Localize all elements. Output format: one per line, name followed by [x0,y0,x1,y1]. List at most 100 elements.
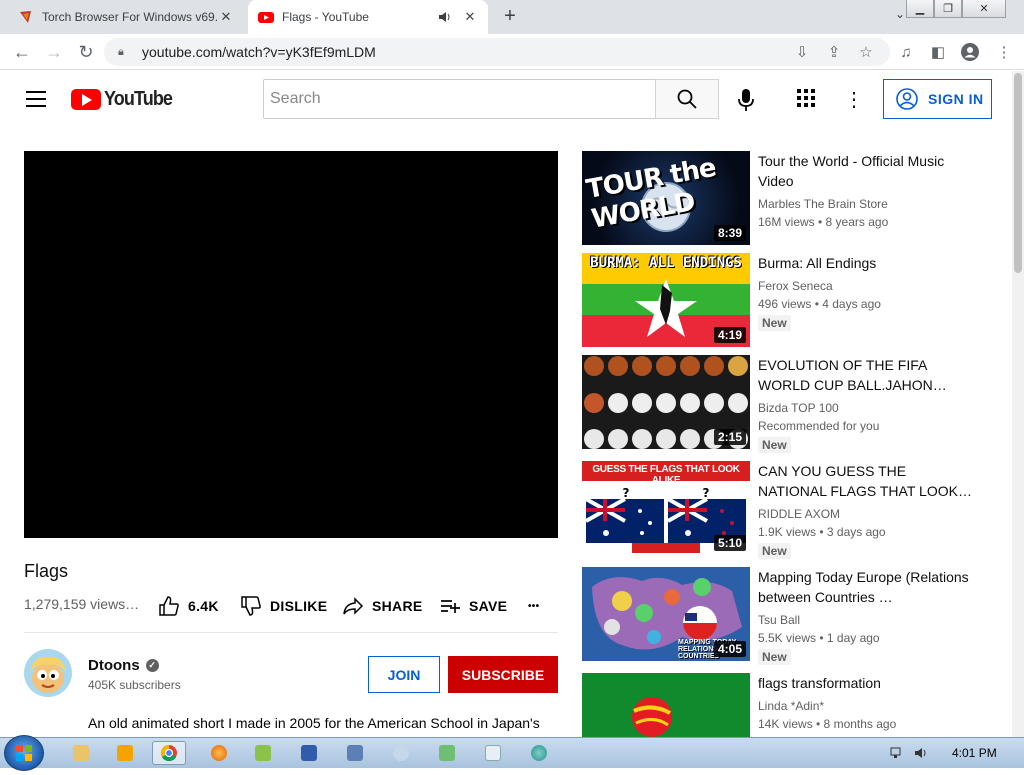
browser-menu-icon[interactable]: ⋮ [994,42,1014,62]
share-button[interactable]: SHARE [342,594,423,618]
like-button[interactable]: 6.4K [158,594,219,618]
page-scrollbar[interactable] [1012,71,1024,737]
thumbs-up-icon [159,596,179,616]
close-window-button[interactable]: ✕ [962,0,1006,18]
search-button[interactable] [655,79,719,119]
recommendation-item[interactable]: GUESS THE FLAGS THAT LOOK ALIKE ? ? 5:10… [582,461,992,559]
more-actions-button[interactable]: ••• [528,594,539,618]
volume-tray-icon[interactable] [914,746,928,760]
search-input[interactable]: Search [263,79,656,119]
windows-logo-icon [16,745,32,761]
video-thumbnail[interactable] [582,673,750,737]
recommendation-channel[interactable]: Marbles The Brain Store [758,195,888,213]
recommendation-channel[interactable]: Bizda TOP 100 [758,399,839,417]
recommendation-title[interactable]: Tour the World - Official Music Video [758,151,978,191]
thumbs-down-icon [241,596,261,616]
recommendation-channel[interactable]: Tsu Ball [758,611,800,629]
recommendation-title[interactable]: EVOLUTION OF THE FIFA WORLD CUP BALL.JAH… [758,355,978,395]
youtube-logo[interactable]: YouTube [71,88,180,111]
media-control-icon[interactable]: ♫ [896,42,916,62]
forward-arrow-icon[interactable]: → [40,34,68,70]
dislike-button[interactable]: DISLIKE [240,594,327,618]
join-button[interactable]: JOIN [368,656,440,693]
new-tab-button[interactable]: + [498,5,522,29]
svg-text:?: ? [623,486,630,500]
tab-title: Flags - YouTube [282,10,369,24]
close-tab-icon[interactable]: ✕ [462,9,478,25]
taskbar-clock[interactable]: 4:01 PM [952,746,997,760]
like-count: 6.4K [188,598,219,614]
notepad-icon[interactable] [246,741,280,765]
subscriber-count: 405K subscribers [88,678,181,692]
save-button[interactable]: SAVE [439,594,507,618]
video-duration: 2:15 [713,429,746,445]
globe-icon[interactable] [522,741,556,765]
powershell-icon[interactable] [292,741,326,765]
bookmark-star-icon[interactable]: ☆ [856,42,876,62]
network-tray-icon[interactable] [890,746,904,760]
document-icon[interactable] [476,741,510,765]
video-duration: 4:05 [713,641,746,657]
address-bar[interactable]: 🔒︎ youtube.com/watch?v=yK3fEf9mLDM [104,38,890,66]
video-player[interactable] [24,151,558,538]
channel-avatar[interactable] [24,649,72,697]
torch-favicon-icon [20,11,31,23]
sign-in-label: SIGN IN [928,91,984,107]
apps-grid-icon[interactable] [796,88,818,110]
video-thumbnail[interactable]: GUESS THE FLAGS THAT LOOK ALIKE ? ? 5:10 [582,461,750,555]
spreadsheet-icon[interactable] [430,741,464,765]
video-thumbnail[interactable]: BURMA: ALL ENDINGS 4:19 [582,253,750,347]
install-icon[interactable]: ⇩ [792,42,812,62]
recommendation-item[interactable]: 2:15 EVOLUTION OF THE FIFA WORLD CUP BAL… [582,355,992,453]
recommendation-meta: 14K views • 8 months ago [758,717,897,731]
firefox-icon[interactable] [202,741,236,765]
start-button[interactable] [4,735,44,771]
recommendation-item[interactable]: flags transformation Linda *Adin* 14K vi… [582,673,992,737]
subscribe-button[interactable]: SUBSCRIBE [448,656,558,693]
recommendation-channel[interactable]: RIDDLE AXOM [758,505,840,523]
recommendation-item[interactable]: TOUR the WORLD 8:39 Tour the World - Off… [582,151,992,245]
settings-more-icon[interactable]: ⋮ [844,87,864,111]
channel-name[interactable]: Dtoons [88,657,140,674]
video-thumbnail[interactable]: MAPPING TODAY RELATIONS B COUNTRIES 4:05 [582,567,750,661]
new-badge: New [758,437,791,453]
back-arrow-icon[interactable]: ← [8,34,36,70]
view-count[interactable]: 1,279,159 views… [24,596,139,612]
recommendation-title[interactable]: CAN YOU GUESS THE NATIONAL FLAGS THAT LO… [758,461,978,501]
tab-torch-browser[interactable]: Torch Browser For Windows v69. ✕ [8,0,244,34]
recommendation-title[interactable]: Mapping Today Europe (Relations between … [758,567,978,607]
recommendation-item[interactable]: MAPPING TODAY RELATIONS B COUNTRIES 4:05… [582,567,992,665]
channel-name-row[interactable]: Dtoons ✓ [88,657,159,674]
new-badge: New [758,315,791,331]
restore-button[interactable]: ❐ [934,0,962,18]
minimize-button[interactable]: ▁ [906,0,934,18]
recommendation-channel[interactable]: Ferox Seneca [758,277,833,295]
video-thumbnail[interactable]: 2:15 [582,355,750,449]
recommendation-title[interactable]: Burma: All Endings [758,253,978,273]
lock-icon: 🔒︎ [118,45,124,58]
playlist-add-icon [441,600,460,613]
video-thumbnail[interactable]: TOUR the WORLD 8:39 [582,151,750,245]
profile-icon[interactable] [960,42,980,62]
scrollbar-thumb[interactable] [1014,73,1022,273]
file-explorer-icon[interactable] [64,741,98,765]
recommendation-title[interactable]: flags transformation [758,673,978,693]
reload-icon[interactable]: ↻ [72,34,100,70]
microphone-icon[interactable] [733,87,759,113]
side-panel-icon[interactable]: ◧ [928,42,948,62]
paint-icon[interactable] [384,741,418,765]
tab-search-chevron-icon[interactable]: ⌄ [895,7,905,21]
share-page-icon[interactable]: ⇪ [824,42,844,62]
network-app-icon[interactable] [338,741,372,765]
sign-in-button[interactable]: SIGN IN [883,79,992,119]
hamburger-menu-icon[interactable] [26,91,46,107]
tab-flags-youtube[interactable]: Flags - YouTube ✕ [248,0,488,34]
youtube-favicon-icon [258,12,274,23]
recommendation-item[interactable]: BURMA: ALL ENDINGS 4:19 Burma: All Endin… [582,253,992,347]
video-duration: 5:10 [713,535,746,551]
close-tab-icon[interactable]: ✕ [218,9,234,25]
speaker-icon[interactable] [438,10,452,24]
recommendation-channel[interactable]: Linda *Adin* [758,697,824,715]
chrome-taskbar-icon[interactable] [152,741,186,765]
media-player-icon[interactable] [108,741,142,765]
